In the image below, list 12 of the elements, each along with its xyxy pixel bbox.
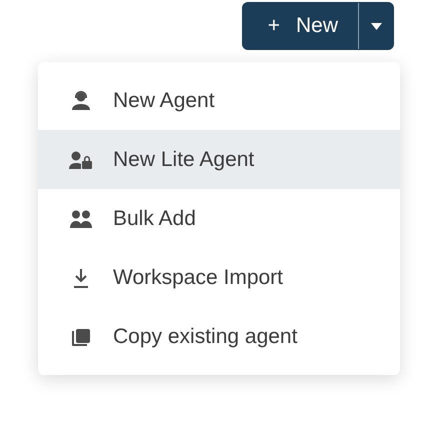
- download-icon: [72, 268, 90, 288]
- menu-item[interactable]: New Lite Agent: [38, 130, 400, 189]
- menu-item[interactable]: Bulk Add: [38, 189, 400, 248]
- menu-item[interactable]: New Agent: [38, 71, 400, 130]
- new-button[interactable]: + New: [242, 2, 358, 50]
- menu-item[interactable]: Copy existing agent: [38, 307, 400, 366]
- headset-person-icon: [71, 90, 91, 110]
- people-icon: [70, 210, 92, 228]
- menu-item[interactable]: Workspace Import: [38, 248, 400, 307]
- copy-icon: [72, 328, 90, 346]
- caret-icon: [371, 22, 382, 30]
- person-lock-icon: [69, 150, 93, 170]
